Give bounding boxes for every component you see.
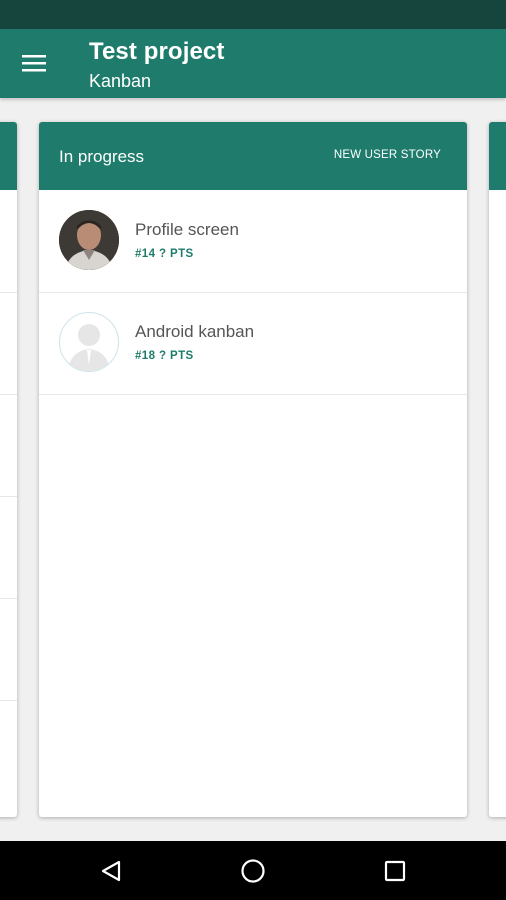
home-circle-icon [241,859,265,883]
in-progress-column: In progress NEW USER STORY Profile scree… [39,122,467,817]
system-navigation-bar [0,841,506,900]
default-user-icon-graphic [68,324,110,371]
story-card[interactable]: Profile screen #14 ? PTS [39,190,467,293]
menu-button[interactable] [14,43,54,83]
app-bar: Test project Kanban [0,29,506,98]
previous-column-divider [0,496,17,497]
story-card[interactable]: Android kanban #18 ? PTS [39,292,467,395]
column-header: In progress NEW USER STORY [39,122,467,190]
recents-square-icon [384,860,406,882]
back-triangle-icon [101,860,121,882]
story-meta: #14 ? PTS [135,248,194,260]
view-subtitle: Kanban [89,71,152,91]
next-column[interactable] [489,122,506,817]
home-button[interactable] [235,853,271,889]
previous-column-divider [0,394,17,395]
status-bar [0,0,506,29]
previous-column-divider [0,292,17,293]
story-title: Android kanban [135,322,255,341]
next-column-header [489,122,506,190]
back-button[interactable] [93,853,129,889]
column-title: In progress [59,147,145,166]
story-meta: #18 ? PTS [135,350,194,362]
new-user-story-button[interactable]: NEW USER STORY [334,149,441,161]
previous-column-header [0,122,17,190]
user-photo [59,210,119,270]
recents-button[interactable] [377,853,413,889]
default-user-icon [59,312,119,372]
kanban-board[interactable]: In progress NEW USER STORY Profile scree… [0,98,506,841]
user-photo-icon [59,210,119,270]
hamburger-menu-icon [22,55,46,72]
previous-column[interactable] [0,122,17,817]
previous-column-divider [0,700,17,701]
story-title: Profile screen [135,220,239,239]
project-title: Test project [89,38,225,65]
previous-column-divider [0,598,17,599]
